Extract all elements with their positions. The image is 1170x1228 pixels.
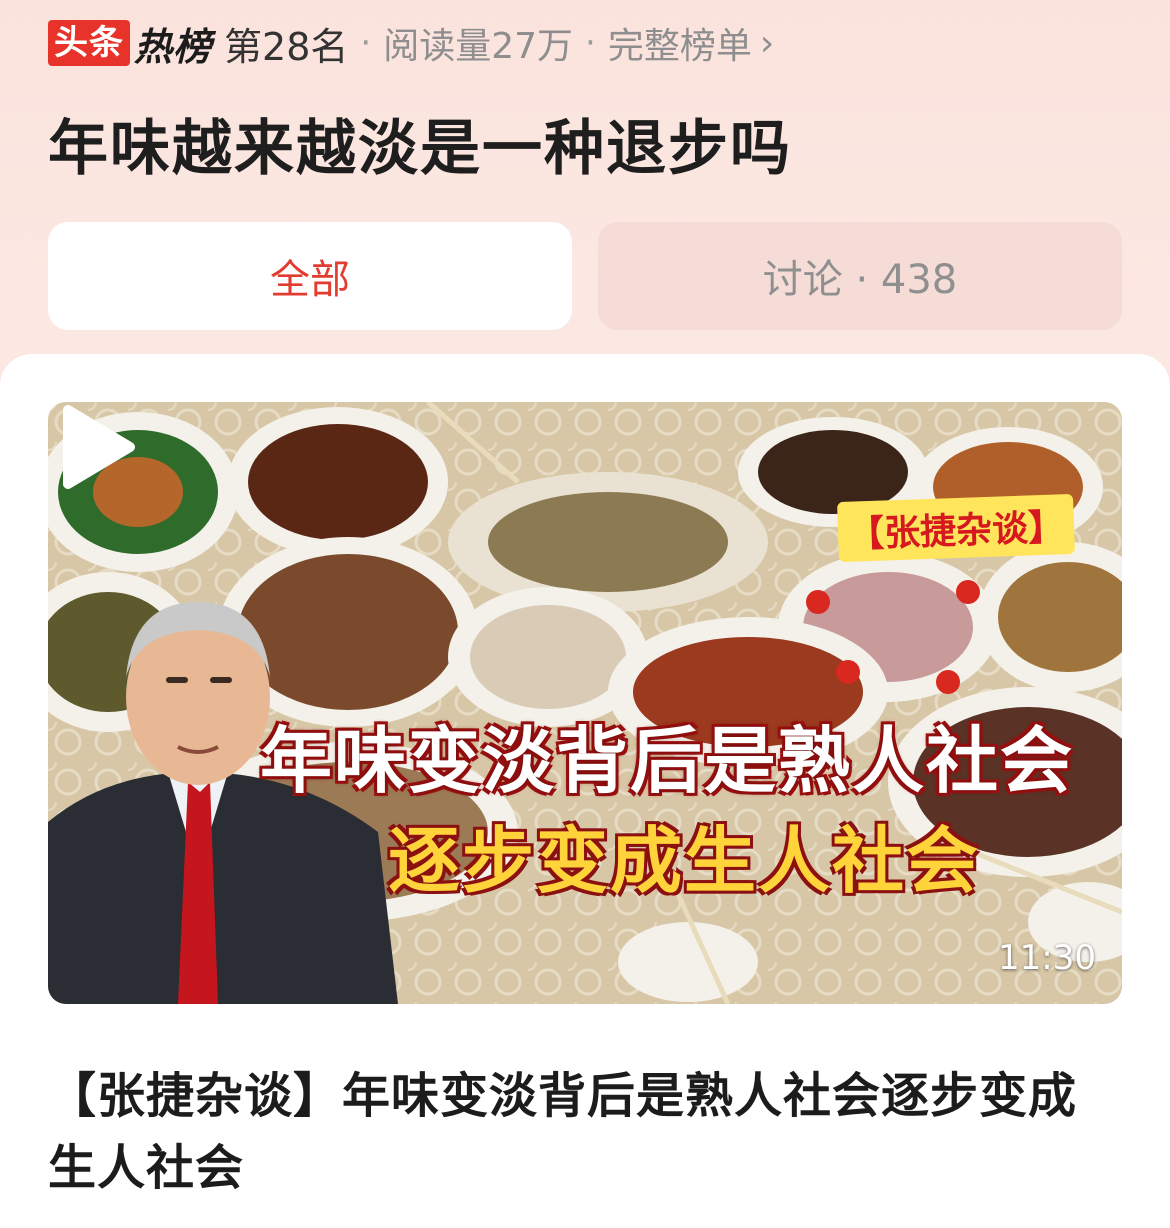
separator-dot: · [585, 23, 596, 63]
topic-title: 年味越来越淡是一种退步吗 [48, 114, 792, 184]
full-list-link[interactable]: 完整榜单 [608, 17, 752, 69]
toutiao-logo-badge: 头条 [48, 20, 130, 66]
video-series-tag: 【张捷杂谈】 [837, 493, 1075, 563]
hot-list-logo-text: 热榜 [134, 24, 213, 69]
article-title[interactable]: 【张捷杂谈】年味变淡背后是熟人社会逐步变成生人社会 [48, 1060, 1122, 1204]
hot-list-header: 头条 热榜 第28名 · 阅读量27万 · 完整榜单 › [48, 17, 774, 69]
video-thumbnail[interactable]: 【张捷杂谈】 年味变淡背后是熟人社会 逐步变成生人社会 11:30 [48, 402, 1122, 1004]
video-duration: 11:30 [998, 938, 1096, 978]
play-icon[interactable] [48, 402, 138, 492]
rank-label: 第28名 [224, 24, 349, 69]
content-card: 【张捷杂谈】 年味变淡背后是熟人社会 逐步变成生人社会 11:30 【张捷杂谈】… [0, 354, 1170, 1228]
separator-dot: · [360, 23, 372, 63]
video-caption-line1: 年味变淡背后是熟人社会 [260, 719, 1075, 803]
read-count: 阅读量27万 [383, 26, 573, 67]
tab-discussion[interactable]: 讨论 · 438 [598, 222, 1122, 330]
video-caption-line2: 逐步变成生人社会 [388, 819, 981, 903]
tab-all[interactable]: 全部 [48, 222, 572, 330]
chevron-right-icon[interactable]: › [760, 23, 774, 64]
